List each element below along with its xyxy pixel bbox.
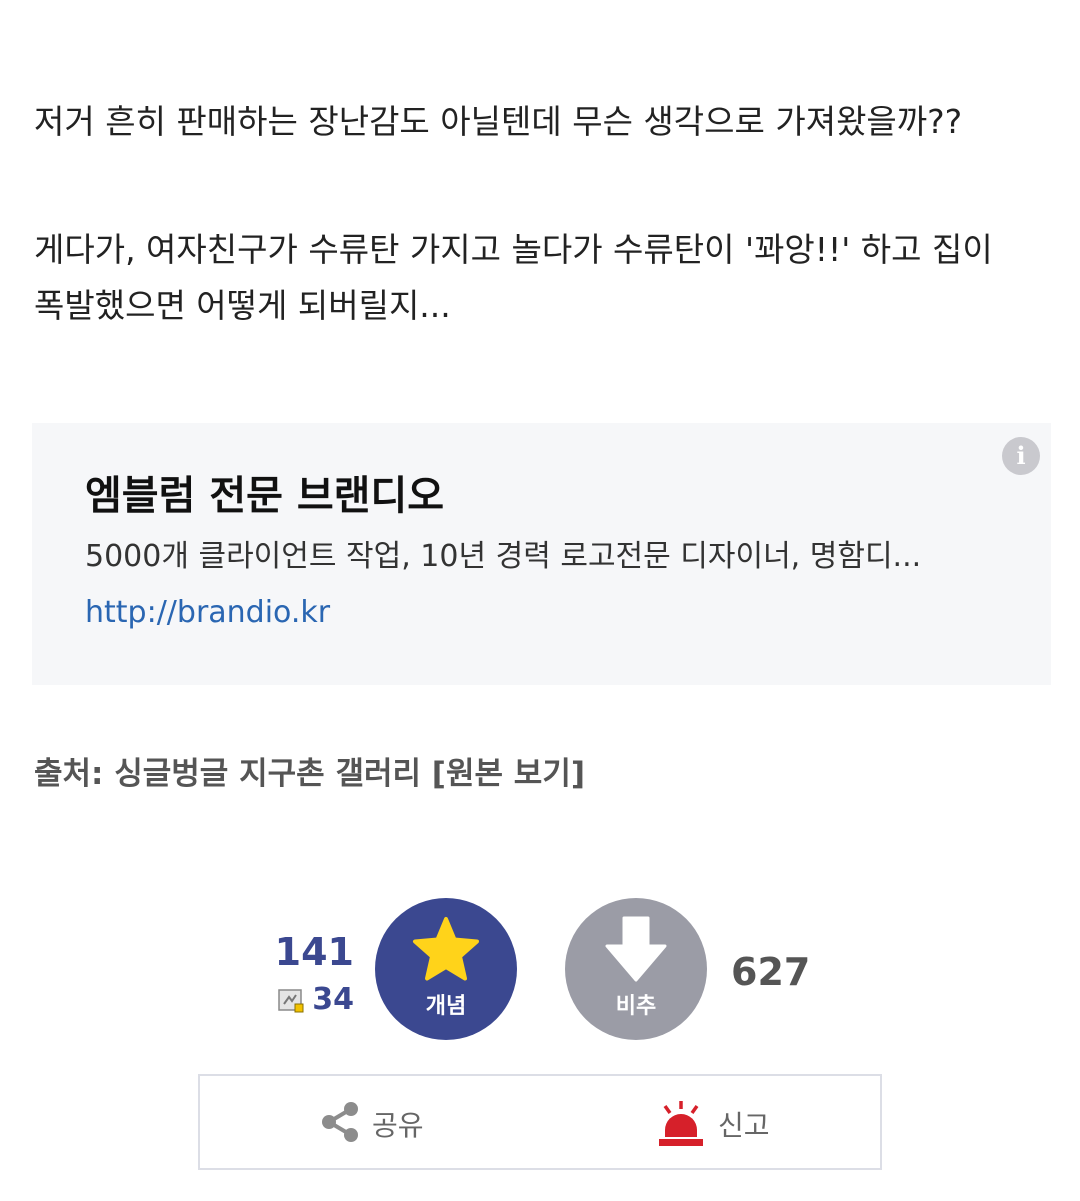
vote-down-count: 627 [731, 950, 811, 994]
ad-banner[interactable]: i 엠블럼 전문 브랜디오 5000개 클라이언트 작업, 10년 경력 로고전… [32, 423, 1051, 685]
ad-description: 5000개 클라이언트 작업, 10년 경력 로고전문 디자이너, 명함디... [85, 539, 922, 574]
down-arrow-icon [605, 916, 667, 982]
ad-title[interactable]: 엠블럼 전문 브랜디오 [85, 463, 444, 521]
share-icon [322, 1102, 358, 1142]
fixed-comment-count: 34 [274, 982, 354, 1020]
action-bar: 공유 신고 [198, 1074, 882, 1170]
report-label: 신고 [718, 1109, 770, 1142]
report-button[interactable]: 신고 [656, 1076, 796, 1168]
vote-up-count: 141 [274, 930, 354, 974]
post-paragraph-2: 게다가, 여자친구가 수류탄 가지고 놀다가 수류탄이 '꽈앙!!' 하고 집이… [34, 222, 1050, 334]
ad-url-link[interactable]: http://brandio.kr [85, 595, 330, 630]
post-paragraph-2-line-2: 폭발했으면 어떻게 되버릴지... [34, 286, 451, 325]
vote-down-label: 비추 [615, 994, 657, 1019]
fixed-comment-icon [278, 989, 304, 1013]
vote-up-label: 개념 [425, 994, 467, 1019]
vote-down-button[interactable]: 비추 [565, 898, 707, 1040]
star-icon [413, 917, 479, 981]
share-label: 공유 [372, 1109, 424, 1142]
share-button[interactable]: 공유 [318, 1076, 458, 1168]
post-paragraph-2-line-1: 게다가, 여자친구가 수류탄 가지고 놀다가 수류탄이 '꽈앙!!' 하고 집이 [34, 230, 993, 269]
fixed-count-value: 34 [312, 982, 354, 1017]
vote-up-button[interactable]: 개념 [375, 898, 517, 1040]
info-icon[interactable]: i [1002, 437, 1040, 475]
siren-icon [659, 1101, 703, 1146]
post-paragraph-1: 저거 흔히 판매하는 장난감도 아닐텐데 무슨 생각으로 가져왔을까?? [34, 102, 963, 141]
source-link[interactable]: 출처: 싱글벙글 지구촌 갤러리 [원본 보기] [34, 748, 585, 793]
